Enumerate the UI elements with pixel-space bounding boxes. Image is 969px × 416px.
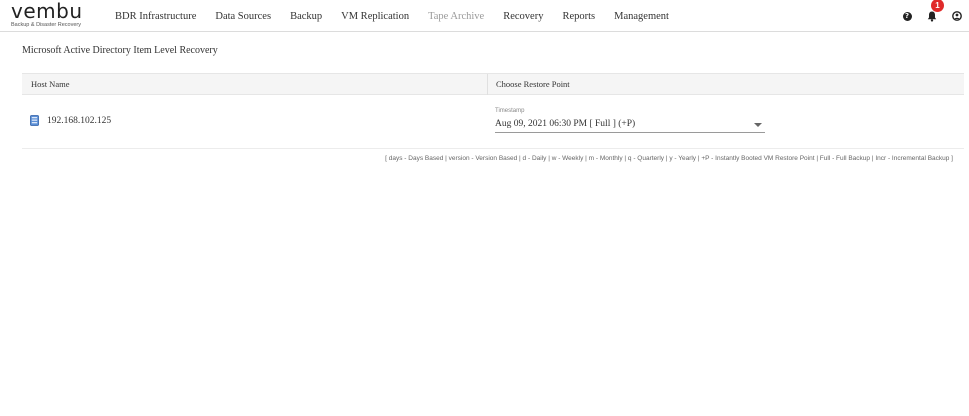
restore-point-table: Host Name Choose Restore Point 192.168.1…	[22, 73, 964, 149]
user-icon	[952, 11, 962, 21]
timestamp-label: Timestamp	[495, 108, 525, 114]
nav-management[interactable]: Management	[614, 11, 669, 22]
logo-wordmark: vembu	[11, 0, 83, 23]
bell-icon	[927, 11, 937, 22]
nav-data-sources[interactable]: Data Sources	[215, 11, 271, 22]
nav-backup[interactable]: Backup	[290, 11, 322, 22]
nav-reports[interactable]: Reports	[562, 11, 595, 22]
logo-tagline: Backup & Disaster Recovery	[11, 22, 81, 28]
nav-vm-replication[interactable]: VM Replication	[341, 11, 409, 22]
column-header-host-name: Host Name	[31, 79, 70, 89]
caret-down-icon	[754, 123, 762, 127]
help-button[interactable]: ?	[901, 10, 913, 22]
restore-point-select[interactable]: Aug 09, 2021 06:30 PM [ Full ] (+P)	[495, 117, 765, 133]
restore-point-value: Aug 09, 2021 06:30 PM [ Full ] (+P)	[495, 119, 636, 129]
restore-point-cell: Timestamp Aug 09, 2021 06:30 PM [ Full ]…	[495, 107, 765, 133]
server-icon	[30, 115, 39, 126]
notification-badge: 1	[931, 0, 944, 12]
host-cell: 192.168.102.125	[30, 115, 111, 126]
help-icon: ?	[902, 11, 912, 21]
host-name: 192.168.102.125	[47, 115, 112, 126]
page-title: Microsoft Active Directory Item Level Re…	[22, 45, 218, 56]
main-nav: BDR Infrastructure Data Sources Backup V…	[115, 0, 688, 32]
top-right-icons: ? 1	[888, 0, 963, 32]
nav-recovery[interactable]: Recovery	[503, 11, 543, 22]
table-row: 192.168.102.125 Timestamp Aug 09, 2021 0…	[22, 95, 964, 149]
user-menu-button[interactable]	[951, 10, 963, 22]
nav-bdr-infrastructure[interactable]: BDR Infrastructure	[115, 11, 196, 22]
column-header-restore-point: Choose Restore Point	[487, 74, 964, 95]
top-navigation-bar: vembu Backup & Disaster Recovery BDR Inf…	[0, 0, 969, 32]
vembu-logo[interactable]: vembu Backup & Disaster Recovery	[11, 0, 91, 29]
nav-tape-archive[interactable]: Tape Archive	[428, 11, 484, 22]
notifications-button[interactable]: 1	[926, 0, 944, 22]
table-header: Host Name Choose Restore Point	[22, 73, 964, 95]
restore-point-legend: [ days - Days Based | version - Version …	[385, 155, 953, 162]
